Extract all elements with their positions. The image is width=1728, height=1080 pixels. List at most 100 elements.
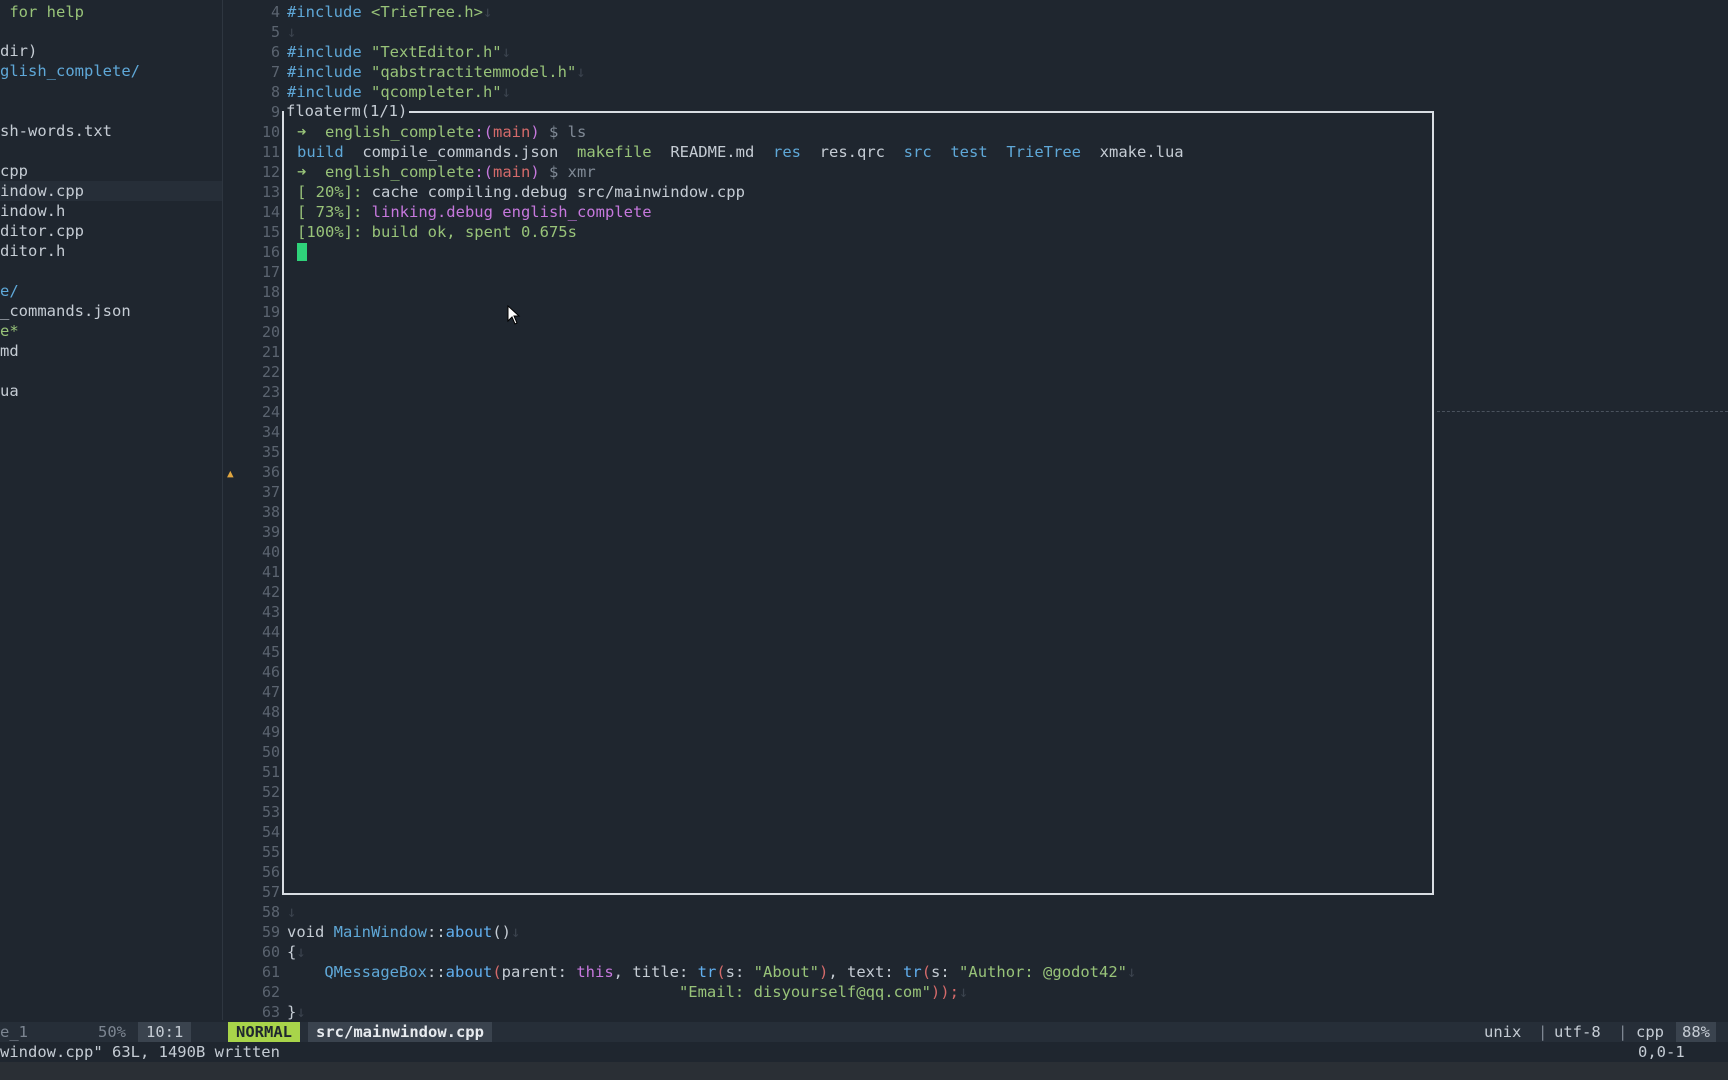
tree-project-dir[interactable]: glish_complete/ [0,61,222,81]
line-number: 17 [261,263,280,281]
tree-item-texteditor-h[interactable]: ditor.h [0,241,222,261]
code-line-62: "Email: disyourself@qq.com"));↓ [678,983,969,1001]
line-number: 6 [270,43,280,61]
tree-status-percent: 50% [98,1023,126,1041]
line-number: 41 [261,563,280,581]
status-scroll-percent: 88% [1676,1022,1716,1042]
line-number: 5 [270,23,280,41]
line-number: 34 [261,423,280,441]
line-number-gutter: 4 5 6 7 8 9 10 11 12 13 14 15 16 17 18 19 20 21 22 23 24 34 35… [222,0,284,1021]
split-divider [1437,411,1728,412]
line-number: 16 [261,243,280,261]
line-number: 19 [261,303,280,321]
taskbar-strip [0,1062,1728,1080]
line-number: 56 [261,863,280,881]
line-number: 35 [261,443,280,461]
tree-item-mainwindow-h[interactable]: indow.h [0,201,222,221]
tree-item-compile-commands[interactable]: _commands.json [0,301,222,321]
line-number: 20 [261,323,280,341]
code-line-61: QMessageBox::about(parent: this, title: … [324,963,1137,981]
line-number: 47 [261,683,280,701]
terminal-build-step-3: [100%]: build ok, spent 0.675s [297,223,577,241]
line-number: 38 [261,503,280,521]
code-line-6: #include "TextEditor.h"↓ [287,43,511,61]
line-number: 61 [261,963,280,981]
line-number: 63 [261,1003,280,1021]
code-line-5: ↓ [287,23,297,41]
code-line-7: #include "qabstractitemmodel.h"↓ [287,63,586,81]
tree-item-words[interactable]: sh-words.txt [0,121,222,141]
line-number: 50 [261,743,280,761]
line-number: 13 [261,183,280,201]
line-number: 24 [261,403,280,421]
line-number: 52 [261,783,280,801]
tree-item-cpp[interactable]: cpp [0,161,222,181]
line-number: 44 [261,623,280,641]
tree-item-readme[interactable]: md [0,341,222,361]
line-number: 22 [261,363,280,381]
line-number: 10 [261,123,280,141]
write-message: window.cpp" 63L, 1490B written [0,1043,280,1061]
line-number: 42 [261,583,280,601]
vim-mode-indicator: NORMAL [228,1022,300,1042]
code-line-4: #include <TrieTree.h>↓ [287,3,493,21]
line-number: 15 [261,223,280,241]
terminal-ls-output: build compile_commands.json makefile REA… [297,143,1184,161]
line-number: 45 [261,643,280,661]
terminal-build-step-1: [ 20%]: cache compiling.debug src/mainwi… [297,183,745,201]
line-number: 18 [261,283,280,301]
terminal-cursor [297,243,307,261]
tree-item-xmake[interactable]: ua [0,381,222,401]
line-number: 57 [261,883,280,901]
line-number: 53 [261,803,280,821]
line-number: 54 [261,823,280,841]
line-number: 59 [261,923,280,941]
cursor-position: 0,0-1 [1638,1043,1685,1061]
line-number: 51 [261,763,280,781]
code-line-60: {↓ [287,943,306,961]
line-number: 14 [261,203,280,221]
line-number: 55 [261,843,280,861]
line-number: 48 [261,703,280,721]
tree-help-text: for help [0,3,84,21]
line-number: 12 [261,163,280,181]
status-sep-1: | [1538,1023,1548,1041]
command-message-line: window.cpp" 63L, 1490B written 0,0-1 [0,1042,1728,1062]
line-number: 7 [270,63,280,81]
file-tree: for help dir) glish_complete/ sh-words.t… [0,0,223,1020]
terminal-prompt-1: ➜ english_complete:(main) $ ls [297,123,587,141]
tree-item-mainwindow-cpp[interactable]: indow.cpp [0,181,222,201]
line-number: 39 [261,523,280,541]
line-number: 62 [261,983,280,1001]
code-line-58: ↓ [287,903,297,921]
line-number: 23 [261,383,280,401]
code-line-63: }↓ [287,1003,306,1021]
status-fileformat: unix [1484,1023,1522,1041]
warning-sign-icon: ▲ [227,467,234,480]
line-number: 36 [261,463,280,481]
mouse-pointer-icon [507,305,521,325]
terminal-prompt-2: ➜ english_complete:(main) $ xmr [297,163,596,181]
floaterm-title: floaterm(1/1) [284,101,410,121]
line-number: 40 [261,543,280,561]
status-sep-2: | [1618,1023,1628,1041]
tree-item-executable[interactable]: e* [0,321,222,341]
code-line-59: void MainWindow::about()↓ [287,923,521,941]
status-filename[interactable]: src/mainwindow.cpp [308,1022,492,1042]
code-line-8: #include "qcompleter.h"↓ [287,83,511,101]
status-filetype: cpp [1636,1023,1664,1041]
tree-status-name: e_1 [0,1023,28,1041]
line-number: 60 [261,943,280,961]
line-number: 11 [261,143,280,161]
line-number: 8 [270,83,280,101]
line-number: 21 [261,343,280,361]
line-number: 9 [270,103,280,121]
line-number: 46 [261,663,280,681]
line-number: 4 [270,3,280,21]
tree-item-trietree-dir[interactable]: e/ [0,281,222,301]
status-encoding: utf-8 [1554,1023,1601,1041]
tree-root-dir[interactable]: dir) [0,41,222,61]
line-number: 49 [261,723,280,741]
tree-status-position: 10:1 [138,1022,192,1042]
tree-item-texteditor-cpp[interactable]: ditor.cpp [0,221,222,241]
